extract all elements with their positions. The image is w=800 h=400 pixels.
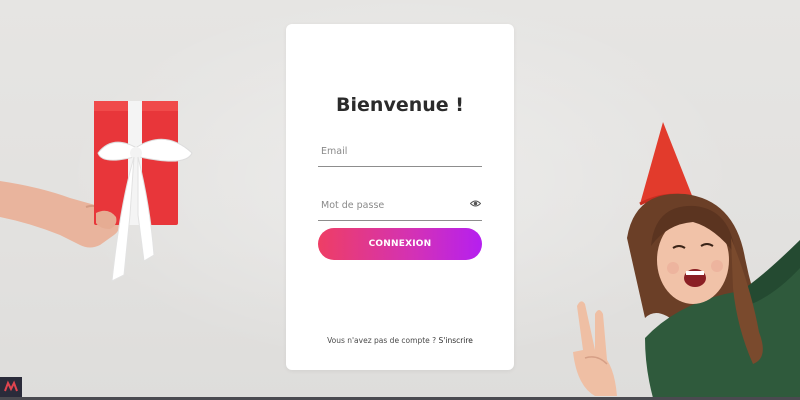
- password-input[interactable]: [318, 194, 482, 216]
- no-account-text: Vous n'avez pas de compte ?: [327, 336, 437, 345]
- login-button[interactable]: CONNEXION: [318, 228, 482, 260]
- email-input[interactable]: [318, 140, 482, 162]
- email-field-wrapper: [318, 140, 482, 167]
- signup-prompt: Vous n'avez pas de compte ? S'inscrire: [286, 336, 514, 345]
- signup-link[interactable]: S'inscrire: [439, 336, 473, 345]
- page-title: Bienvenue !: [336, 94, 464, 116]
- login-card: Bienvenue ! CONNEXION Vous n'avez pas de…: [286, 24, 514, 370]
- party-girl-photo: [555, 118, 800, 398]
- gift-box-photo: [0, 95, 200, 295]
- password-field-wrapper: [318, 194, 482, 221]
- eye-icon[interactable]: [470, 199, 481, 208]
- app-logo: [0, 377, 22, 397]
